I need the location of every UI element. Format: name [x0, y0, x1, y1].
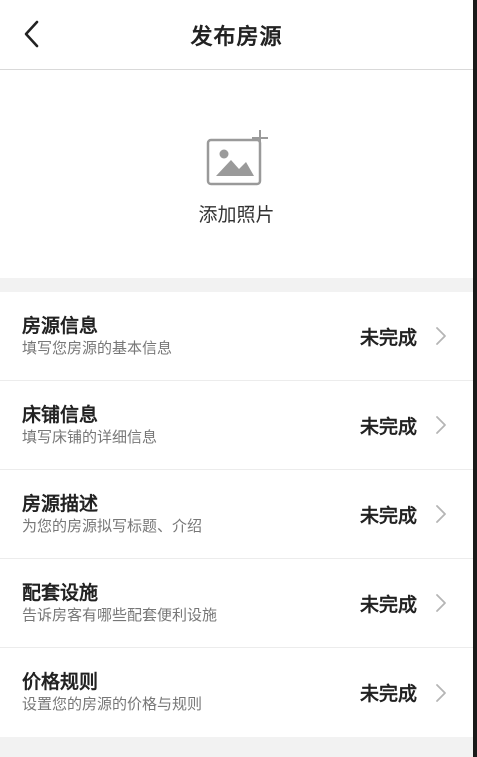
chevron-left-icon	[24, 20, 39, 48]
section-divider	[0, 278, 473, 292]
chevron-right-icon	[436, 594, 446, 612]
row-subtitle: 填写您房源的基本信息	[22, 338, 173, 357]
chevron-right-icon	[436, 683, 446, 702]
row-text: 房源信息 填写您房源的基本信息	[22, 315, 360, 358]
list-item-listing-info[interactable]: 房源信息 填写您房源的基本信息 未完成	[0, 292, 473, 381]
list-item-amenities[interactable]: 配套设施 告诉房客有哪些配套便利设施 未完成	[0, 559, 473, 648]
page-title: 发布房源	[190, 24, 283, 50]
add-photo-label: 添加照片	[198, 204, 275, 226]
status-label: 未完成	[359, 683, 417, 705]
chevron-right-icon	[436, 327, 446, 345]
status-label: 未完成	[359, 415, 417, 438]
row-title: 房源信息	[22, 314, 99, 337]
row-subtitle: 为您的房源拟写标题、介绍	[22, 516, 203, 535]
row-text: 床铺信息 填写床铺的详细信息	[22, 404, 360, 447]
add-photo-icon	[206, 130, 268, 186]
add-photo-button[interactable]: 添加照片	[0, 70, 473, 278]
list-item-listing-description[interactable]: 房源描述 为您的房源拟写标题、介绍 未完成	[0, 470, 473, 559]
row-title: 配套设施	[22, 581, 99, 604]
status-label: 未完成	[359, 326, 417, 349]
row-text: 价格规则 设置您的房源的价格与规则	[22, 671, 360, 714]
back-button[interactable]	[12, 14, 52, 54]
chevron-right-icon	[436, 505, 446, 523]
nav-header: 发布房源	[0, 0, 473, 70]
app-screen: 发布房源 添加照片 房源信息 填写您房源的基本信息 未完成 床铺信息 填写床铺的…	[0, 0, 473, 757]
bottom-spacer	[0, 737, 473, 757]
row-subtitle: 告诉房客有哪些配套便利设施	[22, 605, 218, 624]
row-subtitle: 设置您的房源的价格与规则	[22, 695, 203, 713]
row-subtitle: 填写床铺的详细信息	[22, 427, 158, 446]
row-title: 床铺信息	[22, 403, 99, 426]
chevron-right-icon	[436, 416, 446, 434]
list-item-bed-info[interactable]: 床铺信息 填写床铺的详细信息 未完成	[0, 381, 473, 470]
row-title: 房源描述	[22, 492, 99, 515]
list-item-price-rules[interactable]: 价格规则 设置您的房源的价格与规则 未完成	[0, 648, 473, 737]
status-label: 未完成	[359, 593, 417, 616]
listing-steps-list: 房源信息 填写您房源的基本信息 未完成 床铺信息 填写床铺的详细信息 未完成 房…	[0, 292, 473, 737]
status-label: 未完成	[359, 504, 417, 527]
row-title: 价格规则	[22, 671, 99, 693]
row-text: 配套设施 告诉房客有哪些配套便利设施	[22, 582, 360, 625]
row-text: 房源描述 为您的房源拟写标题、介绍	[22, 493, 360, 536]
screen-edge	[473, 0, 477, 757]
